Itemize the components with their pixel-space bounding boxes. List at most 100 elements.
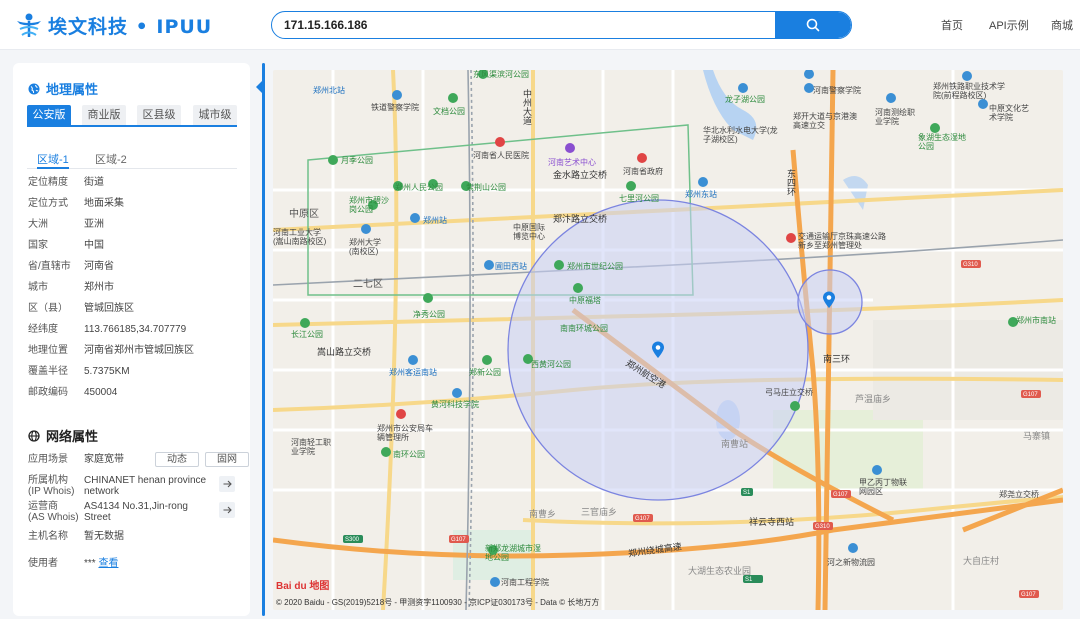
map-label: 黄河科技学院 (431, 400, 479, 409)
map-base: G310 G107 S1 G107 S300 G107 S1 G107 G107… (273, 70, 1063, 610)
fixed-network-button[interactable]: 固网 (205, 452, 249, 467)
geo-row-key: 国家 (28, 240, 48, 251)
map-label: 郑开大道与京港澳高速立交 (793, 112, 857, 130)
map-label: 铁道警察学院 (371, 103, 419, 112)
baidu-map-logo: Bai du 地图 (276, 581, 330, 592)
geo-row-key: 邮政编码 (28, 387, 68, 398)
svg-text:G310: G310 (815, 524, 830, 530)
isp-detail-button[interactable] (219, 502, 235, 518)
org-detail-button[interactable] (219, 476, 235, 492)
isp-key-sub: (AS Whois) (28, 512, 79, 523)
map-label: 文档公园 (433, 107, 465, 116)
dynamic-button[interactable]: 动态 (155, 452, 199, 467)
svg-text:S1: S1 (745, 577, 753, 583)
tab-police[interactable]: 公安版 (27, 105, 71, 125)
org-value-2: network (84, 486, 120, 497)
geo-section-title: 地理属性 (28, 79, 98, 98)
map-label: 象湖生态湿地公园 (918, 133, 966, 151)
geo-row-key: 区（县） (28, 303, 68, 314)
geo-row-key: 城市 (28, 282, 48, 293)
info-panel: 地理属性 公安版 商业版 区县级 城市级 区域-1 区域-2 定位精度 街道定位方… (13, 63, 250, 616)
map-label: 嵩山路立交桥 (317, 347, 372, 357)
map-label: 河南工业大学(嵩山南路校区) (273, 228, 327, 246)
map-label: 郑州市碧沙岗公园 (349, 196, 389, 214)
svg-text:G107: G107 (1021, 592, 1036, 598)
geo-row-value: 街道 (84, 177, 104, 188)
map-label: 东四环 (787, 169, 797, 197)
geo-row-value: 5.7375KM (84, 366, 130, 377)
geo-row-value: 管城回族区 (84, 303, 134, 314)
geo-row-key: 地理位置 (28, 345, 68, 356)
map-label: 圃田西站 (495, 262, 527, 271)
tab-city[interactable]: 城市级 (193, 105, 237, 125)
search-input[interactable] (284, 12, 764, 38)
map-label: 郑新公园 (469, 368, 501, 377)
tab-area-2[interactable]: 区域-2 (95, 151, 127, 169)
geo-row-key: 定位精度 (28, 177, 68, 188)
map-label: 三官庙乡 (581, 507, 618, 517)
nav-api-example[interactable]: API示例 (989, 17, 1029, 33)
map-label: 新郑龙湖城市湿地公园 (485, 544, 541, 562)
panel-divider (262, 63, 265, 616)
user-masked: *** (84, 558, 96, 569)
version-tabs: 公安版 商业版 区县级 城市级 (27, 105, 237, 127)
svg-text:S300: S300 (345, 537, 360, 543)
geo-row-key: 大洲 (28, 219, 48, 230)
geo-title: 地理属性 (46, 82, 99, 97)
location-pin-icon[interactable] (651, 341, 665, 359)
scene-value: 家庭宽带 (84, 454, 124, 465)
nav-home[interactable]: 首页 (941, 17, 963, 33)
map-label: 南曹站 (721, 439, 749, 449)
host-value: 暂无数据 (84, 531, 124, 542)
logo-text: 埃文科技 • IPUU (48, 15, 213, 38)
map-label: 河南警察学院 (813, 86, 861, 95)
search-button[interactable] (775, 12, 851, 38)
geo-row-value: 113.766185,34.707779 (84, 324, 187, 335)
location-pin-icon[interactable] (822, 291, 836, 309)
map-label: 芦温庙乡 (855, 394, 892, 404)
map-label: 二七区 (353, 279, 383, 290)
map-label: 郑州东站 (685, 190, 717, 199)
geo-row-value: 450004 (84, 387, 118, 398)
map-label: 河南艺术中心 (548, 158, 596, 167)
map-label: 郑尧立交桥 (999, 490, 1039, 499)
scene-key: 应用场景 (28, 454, 68, 465)
map-label: 郑州铁路职业技术学院(前程路校区) (933, 82, 1005, 100)
map-label: 河南测绘职业学院 (875, 108, 915, 126)
map-copyright: © 2020 Baidu - GS(2019)5218号 - 甲测资字11009… (276, 598, 600, 607)
network-globe-icon (28, 429, 40, 442)
map-label: 南三环 (823, 354, 851, 364)
map-label: 河之新物流园 (827, 558, 875, 567)
view-user-link[interactable]: 查看 (98, 558, 118, 569)
nav-store[interactable]: 商城 (1051, 17, 1073, 33)
search-icon (806, 18, 820, 32)
tab-area-1[interactable]: 区域-1 (37, 151, 69, 169)
svg-text:G107: G107 (451, 537, 466, 543)
geo-row-value: 亚洲 (84, 219, 104, 230)
geo-row-key: 经纬度 (28, 324, 58, 335)
tab-county[interactable]: 区县级 (137, 105, 181, 125)
map-label: 郑汴路立交桥 (553, 214, 608, 224)
map-view[interactable]: G310 G107 S1 G107 S300 G107 S1 G107 G107… (273, 70, 1063, 610)
geo-row-value: 郑州市 (84, 282, 114, 293)
map-label: 中州大道 (523, 89, 533, 126)
logo[interactable]: 埃文科技 • IPUU (14, 10, 212, 40)
collapse-toggle[interactable] (256, 80, 263, 94)
map-label: 郑州站 (423, 216, 447, 225)
tab-business[interactable]: 商业版 (82, 105, 126, 125)
map-label: 郑州北站 (313, 86, 345, 95)
globe-icon (28, 83, 40, 94)
map-label: 金水路立交桥 (553, 170, 608, 180)
map-label: 甲乙丙丁物联网园区 (859, 478, 907, 496)
map-label: 大湖生态农业园 (688, 566, 752, 576)
map-label: 中原国际博览中心 (513, 223, 545, 241)
map-label: 西黄河公园 (531, 360, 571, 369)
map-label: 河南省人民医院 (473, 151, 529, 160)
org-key-sub: (IP Whois) (28, 486, 75, 497)
geo-row-key: 覆盖半径 (28, 366, 68, 377)
geo-row-value: 河南省郑州市管城回族区 (84, 345, 194, 356)
geo-row-value: 中国 (84, 240, 104, 251)
search-bar (271, 11, 852, 39)
geo-row-key: 定位方式 (28, 198, 68, 209)
map-label: 大自庄村 (963, 556, 1000, 566)
